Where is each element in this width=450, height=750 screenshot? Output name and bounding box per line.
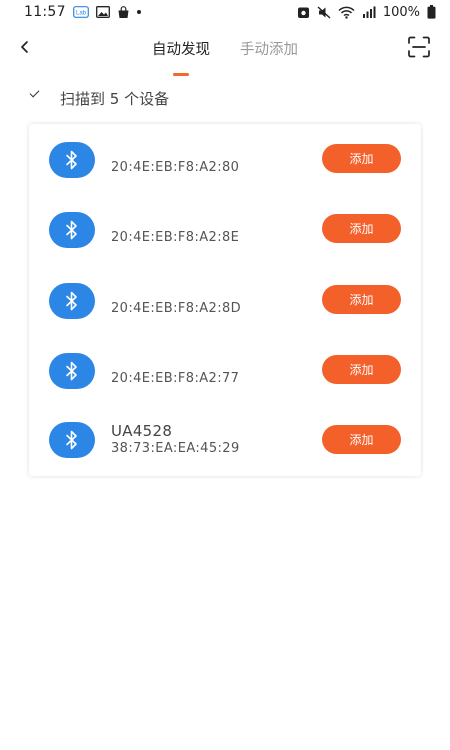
scan-summary-text: 扫描到 5 个设备 [60, 90, 170, 108]
tab-auto-discover-label: 自动发现 [152, 42, 210, 58]
bluetooth-icon [49, 142, 95, 178]
tab-manual-add-label: 手动添加 [240, 42, 298, 58]
add-device-button[interactable]: 添加 [322, 285, 401, 314]
device-row[interactable]: 20:4E:EB:F8:A2:8E 添加 [29, 194, 421, 264]
status-left: 11:57 Lab [24, 4, 141, 20]
signal-icon [362, 6, 376, 18]
shopping-bag-icon [117, 5, 130, 19]
device-mac: 20:4E:EB:F8:A2:8D [111, 301, 242, 316]
status-bar: 11:57 Lab 100% [0, 0, 450, 24]
device-mac: 20:4E:EB:F8:A2:77 [111, 371, 240, 386]
add-device-button[interactable]: 添加 [322, 214, 401, 243]
bluetooth-icon [49, 353, 95, 389]
battery-percent: 100% [382, 4, 420, 20]
device-row[interactable]: 20:4E:EB:F8:A2:80 添加 [29, 124, 421, 194]
wifi-icon [338, 6, 355, 19]
svg-text:Lab: Lab [76, 11, 87, 17]
alarm-icon [297, 6, 310, 19]
device-mac: 38:73:EA:EA:45:29 [111, 441, 240, 456]
add-device-button[interactable]: 添加 [322, 425, 401, 454]
tab-manual-add[interactable]: 手动添加 [236, 34, 302, 68]
battery-icon [427, 5, 436, 19]
screen: 11:57 Lab 100% 自动发现 手动添加 扫描到 5 个设备 20:4E… [0, 0, 450, 750]
more-notifications-dot-icon [136, 10, 141, 14]
status-right: 100% [297, 5, 436, 20]
image-notification-icon [95, 6, 110, 18]
lab-notification-icon: Lab [72, 6, 89, 18]
scan-icon [408, 36, 430, 58]
tab-active-indicator [173, 73, 189, 76]
bluetooth-icon [49, 212, 95, 248]
device-name: UA4528 [111, 422, 173, 440]
add-device-button[interactable]: 添加 [322, 144, 401, 173]
loading-spinner-icon [29, 87, 40, 98]
scan-button[interactable] [406, 34, 432, 60]
bluetooth-icon [49, 283, 95, 319]
tab-bar: 自动发现 手动添加 [0, 34, 450, 76]
add-device-button[interactable]: 添加 [322, 355, 401, 384]
mute-icon [317, 5, 331, 19]
device-mac: 20:4E:EB:F8:A2:80 [111, 160, 240, 175]
scan-summary: 扫描到 5 个设备 [0, 84, 450, 110]
top-nav: 自动发现 手动添加 [0, 28, 450, 76]
device-list: 20:4E:EB:F8:A2:80 添加 20:4E:EB:F8:A2:8E 添… [29, 124, 421, 476]
status-time: 11:57 [24, 4, 66, 20]
device-row[interactable]: 20:4E:EB:F8:A2:77 添加 [29, 335, 421, 405]
tab-auto-discover[interactable]: 自动发现 [148, 34, 214, 76]
device-row[interactable]: 20:4E:EB:F8:A2:8D 添加 [29, 265, 421, 335]
device-row[interactable]: UA4528 38:73:EA:EA:45:29 添加 [29, 406, 421, 476]
bluetooth-icon [49, 422, 95, 458]
device-mac: 20:4E:EB:F8:A2:8E [111, 230, 240, 245]
